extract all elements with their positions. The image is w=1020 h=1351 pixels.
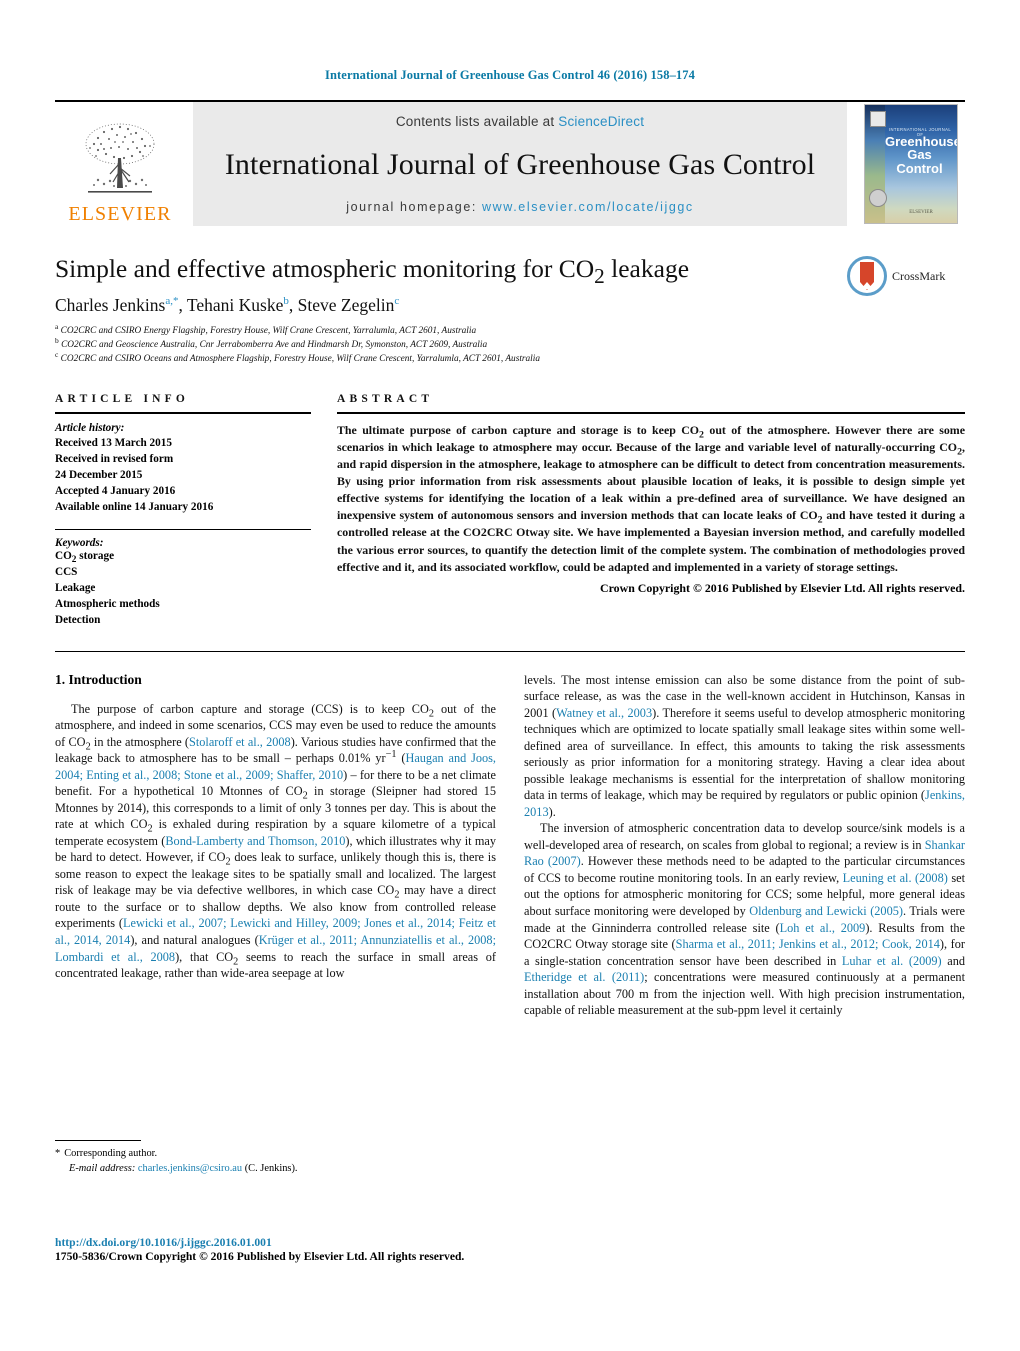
keyword-item: Leakage (55, 581, 96, 594)
issn-rights-line: 1750-5836/Crown Copyright © 2016 Publish… (55, 1250, 465, 1263)
keywords-label: Keywords: (55, 537, 104, 549)
keyword-item: Atmospheric methods (55, 597, 160, 610)
author-marks[interactable]: a,* (165, 295, 178, 307)
footnote-block: * Corresponding author. E-mail address: c… (55, 1140, 496, 1176)
affiliation-list: a CO2CRC and CSIRO Energy Flagship, Fore… (55, 322, 965, 367)
paragraph: The purpose of carbon capture and storag… (55, 701, 497, 981)
affiliation-mark: b (55, 335, 59, 345)
title-subscript: 2 (594, 264, 605, 289)
keyword-item: Detection (55, 613, 101, 626)
email-link[interactable]: charles.jenkins@csiro.au (138, 1163, 242, 1174)
doi-link[interactable]: http://dx.doi.org/10.1016/j.ijggc.2016.0… (55, 1236, 505, 1249)
title-prefix: Simple and effective atmospheric monitor… (55, 254, 595, 283)
cover-seal-icon (869, 189, 887, 207)
page-footer: http://dx.doi.org/10.1016/j.ijggc.2016.0… (55, 1236, 505, 1263)
author-marks[interactable]: c (394, 295, 399, 307)
journal-homepage-line: journal homepage: www.elsevier.com/locat… (346, 200, 694, 214)
abstract-heading: ABSTRACT (337, 392, 434, 405)
abstract-text: The ultimate purpose of carbon capture a… (337, 422, 966, 574)
abstract-rights: Crown Copyright © 2016 Published by Else… (600, 580, 965, 595)
journal-title: International Journal of Greenhouse Gas … (224, 147, 816, 181)
sciencedirect-link[interactable]: ScienceDirect (558, 114, 644, 129)
abstract-column: ABSTRACT The ultimate purpose of carbon … (337, 393, 965, 629)
body-right-column: levels. The most intense emission can al… (524, 672, 965, 1177)
history-line: Received in revised form (55, 453, 174, 466)
affiliation-item: c CO2CRC and CSIRO Oceans and Atmosphere… (55, 349, 965, 367)
history-line: Accepted 4 January 2016 (55, 485, 176, 498)
paragraph: levels. The most intense emission can al… (524, 672, 965, 819)
email-note: E-mail address: charles.jenkins@csiro.au… (55, 1161, 496, 1176)
history-line: Received 13 March 2015 (55, 437, 172, 450)
journal-masthead: ELSEVIER Contents lists available at Sci… (55, 100, 965, 226)
article-history-label: Article history: (55, 421, 125, 434)
cover-badge-icon (870, 111, 886, 127)
affiliation-mark: a (55, 322, 59, 332)
section-heading-introduction: 1. Introduction (55, 671, 142, 687)
elsevier-wordmark: ELSEVIER (68, 203, 172, 225)
keywords-block: Keywords: CO2 storage CCS Leakage Atmosp… (55, 529, 311, 629)
corresponding-author-note: * Corresponding author. (55, 1146, 496, 1161)
article-first-page: International Journal of Greenhouse Gas … (0, 0, 1020, 1351)
contents-prefix: Contents lists available at (395, 114, 559, 129)
author-name: Tehani Kuske (186, 295, 284, 316)
cover-footer-text: ELSEVIER (909, 210, 933, 215)
masthead-center: Contents lists available at ScienceDirec… (193, 102, 847, 226)
author-name: Charles Jenkins (55, 295, 166, 316)
history-line: 24 December 2015 (55, 469, 143, 482)
homepage-prefix: journal homepage: (346, 200, 483, 214)
title-block: Simple and effective atmospheric monitor… (55, 254, 965, 367)
footnote-rule (55, 1140, 141, 1142)
affiliation-text: CO2CRC and CSIRO Energy Flagship, Forest… (60, 326, 477, 337)
paragraph: The inversion of atmospheric concentrati… (524, 821, 966, 1018)
cover-title-line2: Gas Control (896, 147, 943, 176)
affiliation-mark: c (55, 349, 59, 359)
history-line: Available online 14 January 2016 (55, 501, 214, 514)
keyword-item: CCS (55, 565, 78, 578)
affiliation-text: CO2CRC and Geoscience Australia, Cnr Jer… (61, 340, 488, 351)
cover-title: Greenhouse Gas Control (885, 135, 957, 176)
title-suffix: leakage (604, 254, 690, 283)
divider (55, 650, 965, 652)
contents-lists-line: Contents lists available at ScienceDirec… (396, 114, 644, 129)
running-head: International Journal of Greenhouse Gas … (325, 68, 695, 82)
affiliation-item: b CO2CRC and Geoscience Australia, Cnr J… (55, 335, 965, 353)
affiliation-item: a CO2CRC and CSIRO Energy Flagship, Fore… (55, 322, 965, 339)
author-name: Steve Zegelin (297, 295, 395, 316)
keyword-item: CO2 storage (55, 550, 115, 566)
journal-cover-thumbnail: INTERNATIONAL JOURNAL OF Greenhouse Gas … (857, 102, 965, 226)
article-history: Article history: Received 13 March 2015 … (55, 414, 311, 516)
article-info-heading: ARTICLE INFO (55, 392, 190, 405)
email-suffix: (C. Jenkins). (244, 1163, 298, 1175)
crossmark-badge[interactable]: CrossMark (847, 256, 965, 296)
page-title: Simple and effective atmospheric monitor… (55, 254, 965, 287)
email-label: E-mail address: (69, 1163, 136, 1175)
cover-image: INTERNATIONAL JOURNAL OF Greenhouse Gas … (864, 104, 958, 224)
article-info-column: ARTICLE INFO Article history: Received 1… (55, 393, 311, 629)
corresponding-author-label: Corresponding author. (64, 1148, 158, 1160)
footnote-star: * (55, 1148, 61, 1160)
author-marks[interactable]: b (283, 295, 289, 307)
info-abstract-region: ARTICLE INFO Article history: Received 1… (55, 393, 965, 629)
crossmark-label: CrossMark (892, 268, 946, 283)
journal-homepage-link[interactable]: www.elsevier.com/locate/ijggc (482, 200, 694, 214)
elsevier-logo: ELSEVIER (55, 102, 185, 226)
body-left-column: 1. Introduction The purpose of carbon ca… (55, 672, 496, 1177)
affiliation-text: CO2CRC and CSIRO Oceans and Atmosphere F… (60, 353, 540, 364)
elsevier-tree-icon (85, 123, 155, 193)
author-list: Charles Jenkinsa,*, Tehani Kuskeb, Steve… (55, 295, 400, 316)
crossmark-icon (847, 256, 887, 296)
body-columns: 1. Introduction The purpose of carbon ca… (55, 672, 965, 1177)
